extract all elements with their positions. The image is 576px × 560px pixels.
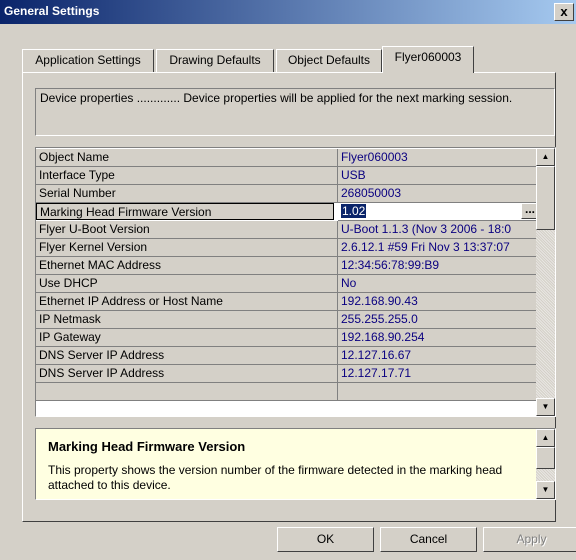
selected-value-text[interactable]: 1.02 xyxy=(341,204,367,218)
property-name: IP Netmask xyxy=(36,311,338,329)
property-name: Ethernet MAC Address xyxy=(36,257,338,275)
property-name: IP Gateway xyxy=(36,329,338,347)
property-row[interactable]: Ethernet IP Address or Host Name 192.168.… xyxy=(36,293,539,311)
property-grid[interactable]: Object Name Flyer060003 Interface Type USB… xyxy=(35,147,556,417)
property-row[interactable]: Object Name Flyer060003 xyxy=(36,149,539,167)
property-row-partial[interactable] xyxy=(36,383,539,401)
property-row-selected[interactable]: Marking Head Firmware Version 1.02... xyxy=(36,203,539,221)
property-name: Marking Head Firmware Version xyxy=(36,203,334,220)
property-name: Flyer U-Boot Version xyxy=(36,221,338,239)
property-value[interactable]: USB xyxy=(338,167,539,185)
title-bar: General Settings x xyxy=(0,0,576,24)
property-name: Use DHCP xyxy=(36,275,338,293)
tab-object-defaults[interactable]: Object Defaults xyxy=(276,49,382,72)
scroll-down-icon[interactable]: ▼ xyxy=(536,481,555,499)
property-row[interactable]: DNS Server IP Address 12.127.17.71 xyxy=(36,365,539,383)
tab-application-settings[interactable]: Application Settings xyxy=(22,49,154,72)
property-value[interactable]: 192.168.90.254 xyxy=(338,329,539,347)
scroll-up-icon[interactable]: ▲ xyxy=(536,148,555,166)
tab-label: Drawing Defaults xyxy=(169,53,261,67)
property-value[interactable]: No xyxy=(338,275,539,293)
property-name: Serial Number xyxy=(36,185,338,203)
tab-label: Flyer060003 xyxy=(394,50,462,64)
property-row[interactable]: IP Netmask 255.255.255.0 xyxy=(36,311,539,329)
property-name: Flyer Kernel Version xyxy=(36,239,338,257)
scroll-thumb[interactable] xyxy=(536,447,555,469)
tab-label: Application Settings xyxy=(35,53,141,67)
property-name: Ethernet IP Address or Host Name xyxy=(36,293,338,311)
property-name: DNS Server IP Address xyxy=(36,347,338,365)
property-value[interactable]: 255.255.255.0 xyxy=(338,311,539,329)
property-name xyxy=(36,383,338,401)
scroll-thumb[interactable] xyxy=(536,166,555,230)
property-row[interactable]: Ethernet MAC Address 12:34:56:78:99:B9 xyxy=(36,257,539,275)
property-value[interactable]: U-Boot 1.1.3 (Nov 3 2006 - 18:0 xyxy=(338,221,539,239)
property-row[interactable]: Flyer U-Boot Version U-Boot 1.1.3 (Nov 3 … xyxy=(36,221,539,239)
property-value[interactable]: 12.127.16.67 xyxy=(338,347,539,365)
tab-drawing-defaults[interactable]: Drawing Defaults xyxy=(156,49,274,72)
property-name: Interface Type xyxy=(36,167,338,185)
apply-button[interactable]: Apply xyxy=(483,527,576,552)
property-row[interactable]: Serial Number 268050003 xyxy=(36,185,539,203)
property-value-editor[interactable]: 1.02... xyxy=(338,203,539,221)
property-value[interactable]: 192.168.90.43 xyxy=(338,293,539,311)
scroll-up-icon[interactable]: ▲ xyxy=(536,429,555,447)
property-value[interactable]: 268050003 xyxy=(338,185,539,203)
property-value[interactable] xyxy=(338,383,539,401)
property-row[interactable]: Flyer Kernel Version 2.6.12.1 #59 Fri Nov… xyxy=(36,239,539,257)
help-panel: Marking Head Firmware Version This prope… xyxy=(35,428,556,500)
property-row[interactable]: Use DHCP No xyxy=(36,275,539,293)
property-name: Object Name xyxy=(36,149,338,167)
grid-scrollbar[interactable]: ▲ ▼ xyxy=(536,148,555,416)
tab-flyer060003[interactable]: Flyer060003 xyxy=(382,46,474,73)
property-value[interactable]: 12.127.17.71 xyxy=(338,365,539,383)
tab-label: Object Defaults xyxy=(287,53,371,67)
help-title: Marking Head Firmware Version xyxy=(48,439,246,454)
scroll-down-icon[interactable]: ▼ xyxy=(536,398,555,416)
property-value[interactable]: 2.6.12.1 #59 Fri Nov 3 13:37:07 xyxy=(338,239,539,257)
help-text: This property shows the version number o… xyxy=(48,463,503,492)
close-icon[interactable]: x xyxy=(554,3,574,21)
property-row[interactable]: Interface Type USB xyxy=(36,167,539,185)
window-title: General Settings xyxy=(4,4,100,18)
property-name: DNS Server IP Address xyxy=(36,365,338,383)
property-value[interactable]: 12:34:56:78:99:B9 xyxy=(338,257,539,275)
property-row[interactable]: IP Gateway 192.168.90.254 xyxy=(36,329,539,347)
cancel-button[interactable]: Cancel xyxy=(380,527,477,552)
help-scrollbar[interactable]: ▲ ▼ xyxy=(536,429,555,499)
property-row[interactable]: DNS Server IP Address 12.127.16.67 xyxy=(36,347,539,365)
property-value[interactable]: Flyer060003 xyxy=(338,149,539,167)
ok-button[interactable]: OK xyxy=(277,527,374,552)
description-box: Device properties ............. Device p… xyxy=(35,88,555,136)
